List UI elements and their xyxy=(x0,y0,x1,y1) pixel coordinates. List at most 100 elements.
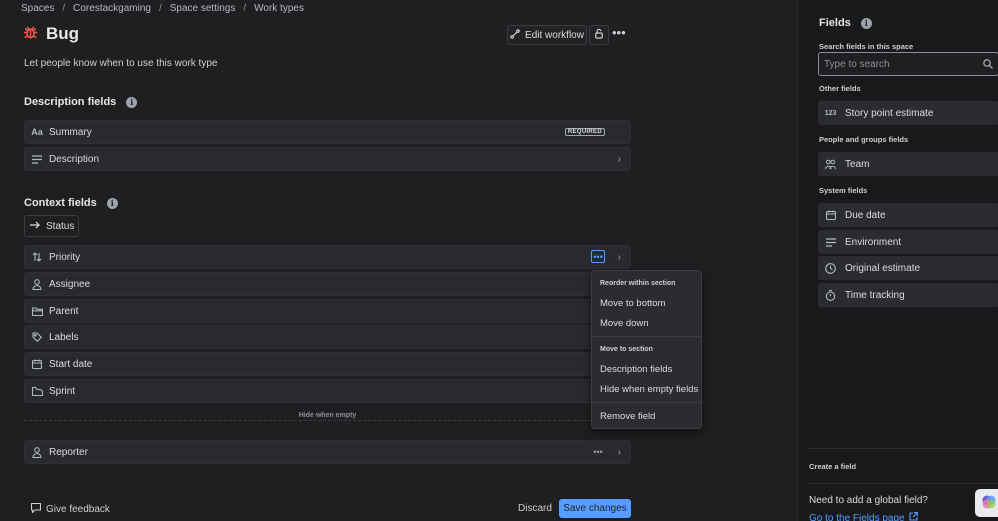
sidebar-field-environment[interactable]: Environment xyxy=(818,230,998,254)
edit-workflow-label: Edit workflow xyxy=(525,29,584,41)
field-row-summary[interactable]: Aa Summary REQUIRED xyxy=(24,120,631,144)
workflow-icon xyxy=(510,28,520,42)
sort-icon xyxy=(31,251,43,263)
field-row-description[interactable]: Description › xyxy=(24,147,631,171)
field-actions-menu: Reorder within section Move to bottom Mo… xyxy=(591,270,702,429)
tag-icon xyxy=(31,331,43,343)
status-field[interactable]: Status xyxy=(24,215,79,237)
status-label: Status xyxy=(46,220,75,232)
sidebar-field-label: Due date xyxy=(845,209,886,221)
info-icon[interactable]: i xyxy=(106,197,118,209)
context-fields-title: Context fields xyxy=(24,197,97,209)
hide-when-empty-label: Hide when empty xyxy=(24,412,631,419)
sidebar-divider xyxy=(808,448,998,449)
work-type-header: Bug xyxy=(23,24,79,44)
sidebar-field-time-tracking[interactable]: Time tracking xyxy=(818,283,998,307)
sprint-icon xyxy=(31,385,43,397)
field-row-priority[interactable]: Priority ••• › xyxy=(24,245,631,269)
clock-icon xyxy=(825,262,836,274)
context-fields-heading: Context fields i xyxy=(24,197,118,209)
sidebar-field-label: Story point estimate xyxy=(845,107,934,119)
menu-item-move-to-bottom[interactable]: Move to bottom xyxy=(600,298,665,309)
field-row-start-date[interactable]: Start date xyxy=(24,352,631,376)
menu-item-description-fields[interactable]: Description fields xyxy=(600,364,672,375)
field-label: Parent xyxy=(49,305,79,317)
description-fields-title: Description fields xyxy=(24,96,117,108)
field-label: Priority xyxy=(49,251,81,263)
global-field-prompt: Need to add a global field? xyxy=(809,495,928,506)
breadcrumb-work-types[interactable]: Work types xyxy=(254,3,304,14)
menu-item-hide-when-empty[interactable]: Hide when empty fields xyxy=(600,384,698,395)
field-row-parent[interactable]: Parent xyxy=(24,299,631,323)
assistant-icon xyxy=(981,494,997,513)
folder-icon xyxy=(31,305,43,317)
menu-header-reorder: Reorder within section xyxy=(600,280,676,287)
search-input[interactable]: Type to search xyxy=(818,52,998,76)
sidebar-field-label: Original estimate xyxy=(845,262,921,274)
group-label-people: People and groups fields xyxy=(819,135,909,144)
field-row-reporter[interactable]: Reporter ••• › xyxy=(24,440,631,464)
hide-when-empty-text: Hide when empty xyxy=(292,412,363,419)
sidebar-field-story-point-estimate[interactable]: 123 Story point estimate xyxy=(818,101,998,125)
give-feedback-label: Give feedback xyxy=(46,504,110,515)
chevron-right-icon[interactable]: › xyxy=(618,447,621,458)
menu-item-remove-field[interactable]: Remove field xyxy=(600,411,655,422)
breadcrumb-space[interactable]: Corestackgaming xyxy=(73,3,151,14)
number-icon: 123 xyxy=(824,109,837,117)
chevron-right-icon[interactable]: › xyxy=(618,252,621,263)
breadcrumb-space-settings[interactable]: Space settings xyxy=(170,3,236,14)
more-actions-button[interactable]: ••• xyxy=(612,25,630,45)
save-changes-button[interactable]: Save changes xyxy=(559,499,631,518)
breadcrumb-separator: / xyxy=(62,3,66,14)
search-icon xyxy=(983,59,993,72)
text-icon: Aa xyxy=(31,127,43,137)
field-label: Description xyxy=(49,153,100,165)
create-field-label[interactable]: Create a field xyxy=(809,462,856,471)
menu-item-move-down[interactable]: Move down xyxy=(600,318,649,329)
restrictions-button[interactable] xyxy=(589,25,609,45)
edit-workflow-button[interactable]: Edit workflow xyxy=(507,25,587,45)
more-icon: ••• xyxy=(612,25,626,40)
main-panel: Spaces / Corestackgaming / Space setting… xyxy=(0,0,797,521)
field-label: Summary xyxy=(49,126,92,138)
sidebar-field-original-estimate[interactable]: Original estimate xyxy=(818,256,998,280)
info-icon[interactable]: i xyxy=(860,17,872,29)
sidebar-field-due-date[interactable]: Due date xyxy=(818,203,998,227)
breadcrumb: Spaces / Corestackgaming / Space setting… xyxy=(21,3,304,14)
field-row-labels[interactable]: Labels xyxy=(24,325,631,349)
field-more-button[interactable]: ••• xyxy=(591,445,605,458)
bug-icon xyxy=(23,25,38,43)
discard-button[interactable]: Discard xyxy=(518,503,552,514)
search-label: Search fields in this space xyxy=(819,42,914,51)
field-label: Reporter xyxy=(49,446,88,458)
required-badge: REQUIRED xyxy=(564,128,605,136)
breadcrumb-separator: / xyxy=(158,3,162,14)
team-icon xyxy=(825,159,836,170)
info-icon[interactable]: i xyxy=(126,96,138,108)
page-title: Bug xyxy=(46,24,80,43)
sidebar-title: Fields xyxy=(819,17,851,29)
stopwatch-icon xyxy=(825,289,836,301)
field-more-button[interactable]: ••• xyxy=(591,250,605,263)
field-label: Assignee xyxy=(49,278,91,290)
person-icon xyxy=(31,278,43,290)
person-icon xyxy=(31,446,43,458)
sidebar-field-label: Team xyxy=(845,158,870,170)
field-row-sprint[interactable]: Sprint xyxy=(24,379,631,403)
sidebar-field-label: Environment xyxy=(845,236,902,248)
group-label-other: Other fields xyxy=(819,84,861,93)
fields-page-link[interactable]: Go to the Fields page xyxy=(809,512,918,521)
field-label: Labels xyxy=(49,331,79,343)
assistant-button[interactable] xyxy=(975,489,998,517)
fields-sidebar: Fields i Search fields in this space Typ… xyxy=(797,0,998,521)
calendar-icon xyxy=(31,358,43,370)
field-row-assignee[interactable]: Assignee xyxy=(24,272,631,296)
unlock-icon xyxy=(594,28,604,42)
sidebar-field-team[interactable]: Team xyxy=(818,152,998,176)
chevron-right-icon[interactable]: › xyxy=(618,154,621,165)
give-feedback-button[interactable]: Give feedback xyxy=(30,502,110,516)
menu-divider xyxy=(592,402,701,403)
breadcrumb-spaces[interactable]: Spaces xyxy=(21,3,54,14)
sidebar-divider xyxy=(808,483,998,484)
hide-when-empty-divider xyxy=(24,420,631,421)
